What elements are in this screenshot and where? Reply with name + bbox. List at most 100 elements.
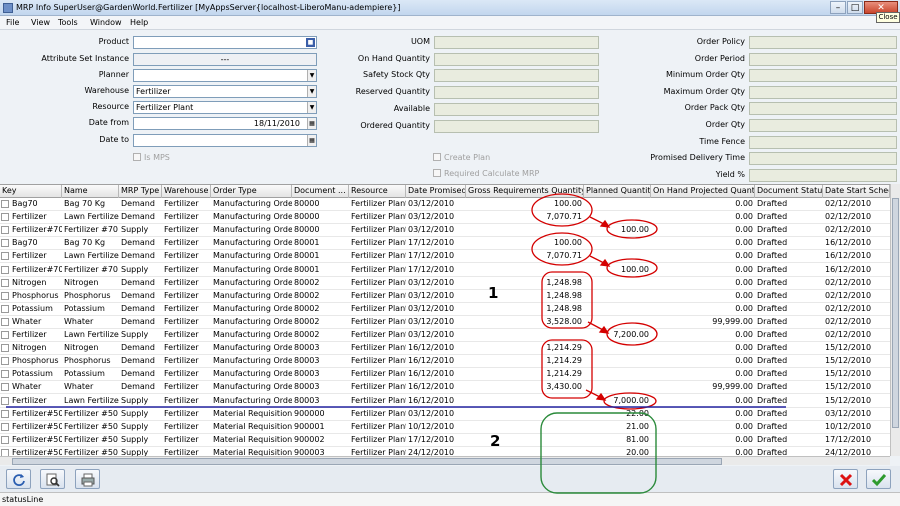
table-row[interactable]: Whater Whater Demand Fertilizer Manufacturin… [0, 316, 890, 329]
column-header-warehouse[interactable]: Warehouse [162, 185, 211, 198]
row-select-checkbox[interactable] [1, 370, 9, 379]
zoom-button[interactable] [40, 469, 65, 489]
column-header-order-type[interactable]: Order Type [211, 185, 292, 198]
column-header-planned-quantity[interactable]: Planned Quantity [584, 185, 651, 198]
warehouse-field[interactable]: Fertilizer ▼ [133, 85, 317, 98]
table-row[interactable]: Bag70 Bag 70 Kg Demand Fertilizer Manufactur… [0, 198, 890, 211]
cell-document: 80002 [294, 303, 320, 313]
row-select-checkbox[interactable] [1, 357, 9, 366]
horizontal-scrollbar[interactable] [0, 456, 890, 465]
is-mps-label: Is MPS [144, 153, 170, 162]
column-header-name[interactable]: Name [62, 185, 119, 198]
table-row[interactable]: Potassium Potassium Demand Fertilizer Manufa… [0, 368, 890, 382]
row-select-checkbox[interactable] [1, 278, 9, 287]
create-plan-checkbox[interactable]: Create Plan [433, 153, 490, 162]
table-row[interactable]: Fertilizer Lawn Fertilizer Demand Fertilize… [0, 211, 890, 225]
column-header-date-start-schedule[interactable]: Date Start Schedule [823, 185, 890, 198]
table-row[interactable]: Fertilizer#50 Fertilizer #50 Supply Fertili… [0, 447, 890, 456]
menu-help[interactable]: Help [130, 18, 148, 27]
row-select-checkbox[interactable] [1, 239, 9, 248]
column-header-date-promised[interactable]: Date Promised [406, 185, 466, 198]
minimize-button[interactable]: – [830, 1, 846, 14]
cell-planned-quantity: 100.00 [621, 264, 649, 274]
row-select-checkbox[interactable] [1, 331, 9, 339]
vertical-scroll-thumb[interactable] [892, 198, 899, 428]
row-select-checkbox[interactable] [1, 304, 9, 313]
row-select-checkbox[interactable] [1, 252, 9, 261]
menu-tools[interactable]: Tools [58, 18, 78, 27]
menu-file[interactable]: File [6, 18, 19, 27]
table-row[interactable]: Nitrogen Nitrogen Demand Fertilizer Manufact… [0, 277, 890, 290]
cell-key: Bag70 [12, 238, 38, 248]
cell-key: Nitrogen [12, 343, 47, 353]
cell-name: Bag 70 Kg [64, 238, 106, 248]
table-row[interactable]: Potassium Potassium Demand Fertilizer Manufa… [0, 303, 890, 316]
table-row[interactable]: Fertilizer Lawn Fertilizer Demand Fertilize… [0, 250, 890, 264]
column-header-on-hand-projected-quantity[interactable]: On Hand Projected Quantity [651, 185, 755, 198]
is-mps-checkbox[interactable]: Is MPS [133, 153, 170, 162]
row-select-checkbox[interactable] [1, 422, 9, 431]
column-header-mrp-type[interactable]: MRP Type [119, 185, 162, 198]
table-row[interactable]: Phosphorus Phosphorus Demand Fertilizer Manu… [0, 355, 890, 369]
maximize-button[interactable]: □ [847, 1, 863, 14]
table-row[interactable]: Fertilizer Lawn Fertilizer Supply Fertilize… [0, 395, 890, 408]
planner-field[interactable]: ▼ [133, 69, 317, 82]
column-header-key[interactable]: Key [0, 185, 62, 198]
ordered-quantity-field [434, 119, 599, 133]
cell-date-start-schedule: 10/12/2010 [825, 421, 872, 431]
row-select-checkbox[interactable] [1, 213, 9, 222]
cell-date-promised: 17/12/2010 [408, 251, 455, 261]
column-header-document[interactable]: Document ... [292, 185, 349, 198]
cell-on-hand-projected-quantity: 0.00 [735, 251, 753, 261]
table-row[interactable]: Fertilizer Lawn Fertilizer Supply Fertilize… [0, 329, 890, 342]
table-row[interactable]: Fertilizer#50 Fertilizer #50 Supply Fertili… [0, 408, 890, 421]
calendar-icon[interactable]: ▦ [307, 135, 316, 146]
row-select-checkbox[interactable] [1, 317, 9, 326]
vertical-scrollbar[interactable] [890, 184, 900, 456]
column-header-gross-requirements-quantity[interactable]: Gross Requirements Quantity [466, 185, 584, 198]
row-select-checkbox[interactable] [1, 448, 9, 456]
column-header-document-status[interactable]: Document Status [755, 185, 823, 198]
table-row[interactable]: Whater Whater Demand Fertilizer Manufacturin… [0, 381, 890, 395]
row-select-checkbox[interactable] [1, 226, 9, 235]
cell-name: Fertilizer #70 [64, 225, 119, 235]
refresh-button[interactable] [6, 469, 31, 489]
menu-window[interactable]: Window [90, 18, 122, 27]
label-resource: Resource [92, 102, 129, 111]
table-row[interactable]: Nitrogen Nitrogen Demand Fertilizer Manufact… [0, 342, 890, 356]
menu-view[interactable]: View [31, 18, 50, 27]
table-row[interactable]: Fertilizer#70 Fertilizer #70 Supply Fertili… [0, 224, 890, 238]
product-field[interactable]: ■ [133, 36, 317, 49]
cell-gross-requirements-quantity [466, 395, 584, 408]
cell-order-type: Manufacturing Order [213, 277, 292, 287]
row-select-checkbox[interactable] [1, 435, 9, 444]
table-row[interactable]: Fertilizer#70 Fertilizer #70 Supply Fertili… [0, 264, 890, 277]
cell-gross-requirements-quantity: 7,070.71 [546, 251, 582, 261]
row-select-checkbox[interactable] [1, 409, 9, 418]
table-row[interactable]: Phosphorus Phosphorus Demand Fertilizer Manu… [0, 290, 890, 303]
row-select-checkbox[interactable] [1, 291, 9, 300]
row-select-checkbox[interactable] [1, 344, 9, 353]
cancel-button[interactable] [833, 469, 858, 489]
row-select-checkbox[interactable] [1, 383, 9, 392]
table-row[interactable]: Fertilizer#50 Fertilizer #50 Supply Fertili… [0, 421, 890, 434]
label-ordered-quantity: Ordered Quantity [360, 120, 430, 130]
resource-value: Fertilizer Plant [136, 103, 194, 112]
resource-field[interactable]: Fertilizer Plant ▼ [133, 101, 317, 114]
row-select-checkbox[interactable] [1, 265, 9, 274]
attribute-set-instance-field[interactable]: --- [133, 53, 317, 66]
date-from-field[interactable]: 18/11/2010 ▦ [133, 117, 317, 130]
date-to-field[interactable]: ▦ [133, 134, 317, 147]
horizontal-scroll-thumb[interactable] [12, 458, 722, 465]
cell-on-hand-projected-quantity: 0.00 [735, 225, 753, 235]
ok-button[interactable] [866, 469, 891, 489]
table-row[interactable]: Bag70 Bag 70 Kg Demand Fertilizer Manufactur… [0, 237, 890, 251]
row-select-checkbox[interactable] [1, 396, 9, 405]
warehouse-value: Fertilizer [136, 87, 171, 96]
column-header-resource[interactable]: Resource [349, 185, 406, 198]
row-select-checkbox[interactable] [1, 200, 9, 208]
table-row[interactable]: Fertilizer#50 Fertilizer #50 Supply Fertili… [0, 434, 890, 447]
print-button[interactable] [75, 469, 100, 489]
cell-planned-quantity [584, 250, 651, 263]
required-calc-checkbox[interactable]: Required Calculate MRP [433, 169, 539, 178]
